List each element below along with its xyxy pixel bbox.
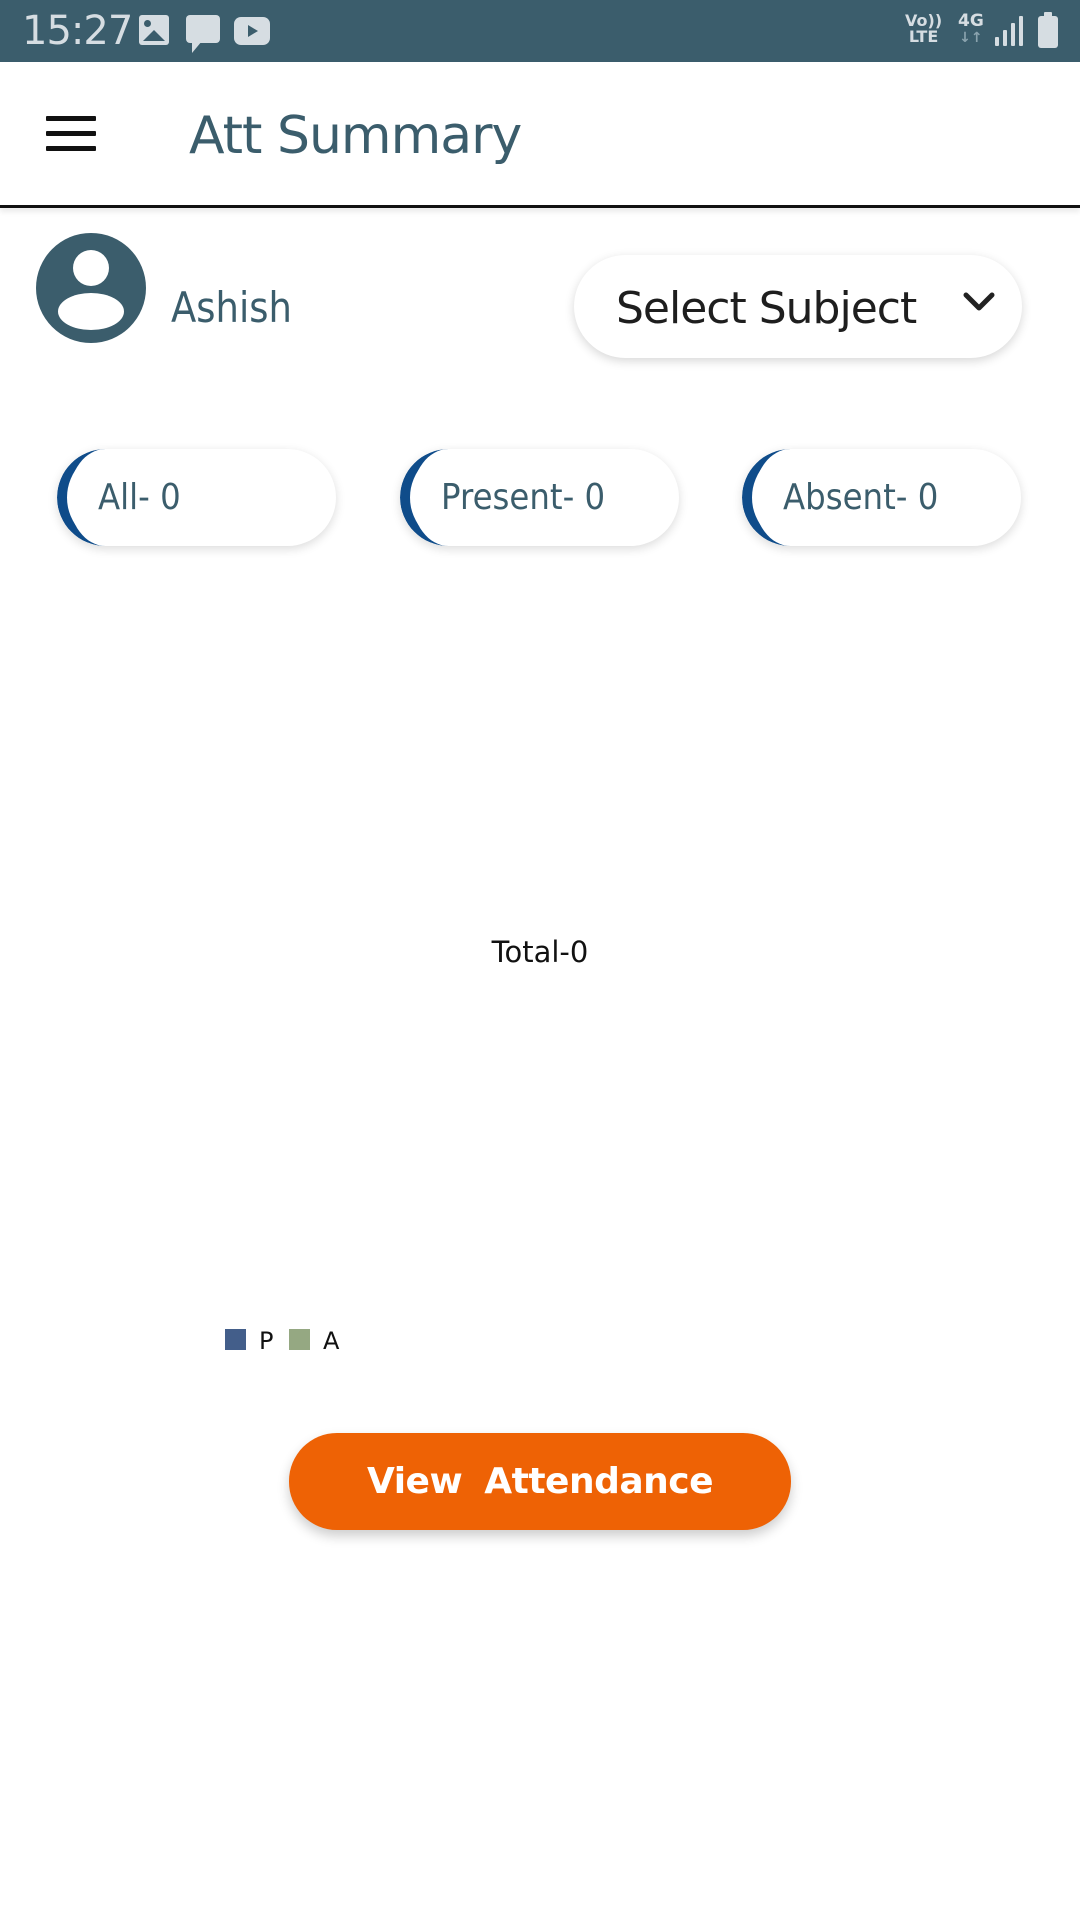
user-avatar-icon (36, 233, 146, 343)
legend-swatch-p (225, 1329, 246, 1350)
chevron-down-icon (963, 292, 995, 311)
network-type-icon: 4G ↓↑ (958, 13, 984, 47)
app-bar: Att Summary (0, 62, 1080, 208)
subject-dropdown-value: Select Subject (616, 283, 917, 334)
page-title: Att Summary (189, 106, 522, 166)
attendance-pie-chart: Total-0 PA (225, 935, 589, 1355)
filter-absent-label: Absent- 0 (783, 477, 939, 518)
data-arrows-icon: ↓↑ (959, 30, 983, 46)
network-type-text: 4G (958, 11, 984, 31)
gallery-icon (139, 15, 169, 45)
status-bar: 15:27 Vo)) LTE 4G ↓↑ (0, 0, 1080, 62)
chart-total-label: Total-0 (491, 935, 589, 969)
volte-bottom-text: LTE (908, 27, 939, 46)
battery-icon (1038, 12, 1058, 48)
legend-label-p: P (259, 1327, 273, 1355)
filter-absent-button[interactable]: Absent- 0 (742, 449, 1021, 546)
youtube-icon (234, 17, 270, 45)
user-name: Ashish (171, 283, 292, 332)
view-attendance-report-button[interactable]: View Attendance Report (289, 1433, 791, 1599)
filter-all-button[interactable]: All- 0 (57, 449, 336, 546)
subject-dropdown[interactable]: Select Subject (574, 255, 1022, 358)
chat-icon (186, 15, 220, 53)
status-time: 15:27 (22, 8, 133, 54)
signal-icon (995, 16, 1025, 46)
legend-label-a: A (323, 1327, 340, 1355)
filter-all-label: All- 0 (98, 477, 181, 518)
filter-present-button[interactable]: Present- 0 (400, 449, 679, 546)
filter-present-label: Present- 0 (441, 477, 606, 518)
legend-swatch-a (289, 1329, 310, 1350)
hamburger-menu-icon[interactable] (46, 116, 96, 152)
volte-icon: Vo)) LTE (905, 13, 942, 45)
chart-legend: PA (225, 1327, 340, 1355)
